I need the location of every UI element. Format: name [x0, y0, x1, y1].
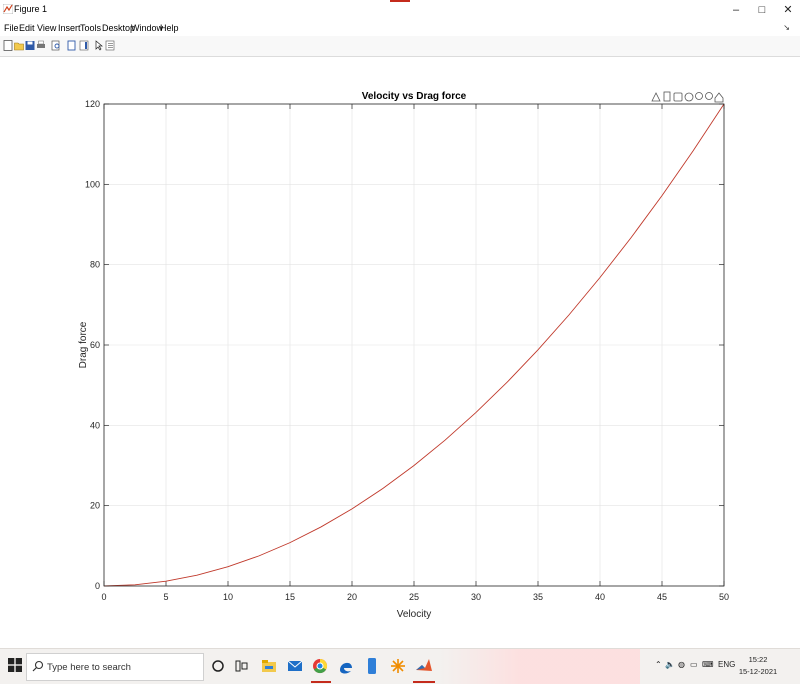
x-tick-label: 35: [533, 592, 543, 602]
search-placeholder: Type here to search: [47, 662, 131, 673]
clock-date: 15-12-2021: [738, 667, 778, 676]
x-tick-label: 30: [471, 592, 481, 602]
menu-overflow-icon[interactable]: ↘: [783, 23, 790, 32]
home-icon[interactable]: [714, 92, 724, 103]
minimize-button[interactable]: –: [722, 2, 750, 18]
x-tick-label: 15: [285, 592, 295, 602]
battery-icon[interactable]: ▭: [690, 660, 698, 669]
pointer-icon[interactable]: [94, 40, 104, 51]
volume-icon[interactable]: 🔈: [665, 660, 675, 669]
language-indicator[interactable]: ENG: [718, 660, 735, 669]
x-tick-label: 45: [657, 592, 667, 602]
brush-icon[interactable]: [651, 92, 661, 102]
x-tick-label: 10: [223, 592, 233, 602]
title-bar: Figure 1 – □ ✕: [0, 0, 800, 20]
menu-file[interactable]: File: [4, 23, 19, 33]
x-tick-label: 0: [101, 592, 106, 602]
y-axis-label: Drag force: [78, 321, 89, 368]
chart-title: Velocity vs Drag force: [362, 91, 467, 102]
data-tip-icon[interactable]: [663, 91, 671, 102]
zoom-out-icon[interactable]: [705, 92, 713, 100]
print-icon[interactable]: [36, 40, 46, 51]
task-view-icon[interactable]: [232, 656, 252, 676]
x-axis-label: Velocity: [397, 609, 431, 620]
y-tick-label: 80: [90, 260, 100, 270]
taskbar-search-box[interactable]: Type here to search: [26, 653, 204, 681]
network-icon[interactable]: ◍: [678, 660, 685, 669]
y-tick-label: 40: [90, 420, 100, 430]
system-clock[interactable]: 15:22 15-12-2021: [738, 654, 778, 678]
clock-time: 15:22: [748, 655, 768, 664]
menu-tools[interactable]: Tools: [80, 23, 101, 33]
insert-colorbar-icon[interactable]: [79, 40, 89, 51]
rotate-icon[interactable]: [673, 92, 683, 102]
menu-view[interactable]: View: [37, 23, 56, 33]
x-tick-labels: 0 5 10 15 20 25 30 35 40 45 50: [101, 592, 729, 602]
menu-edit[interactable]: Edit: [19, 23, 35, 33]
x-tick-label: 40: [595, 592, 605, 602]
x-tick-label: 20: [347, 592, 357, 602]
pan-icon[interactable]: [684, 92, 694, 102]
figure-toolbar: [0, 36, 800, 57]
matlab-icon[interactable]: [414, 656, 434, 676]
link-plot-icon[interactable]: [67, 40, 77, 51]
menu-help[interactable]: Help: [160, 23, 179, 33]
property-inspector-icon[interactable]: [105, 40, 115, 51]
plot-svg: Velocity vs Drag force 0 5 10 15 20 25 30 35 40 4…: [78, 91, 729, 620]
print-preview-icon[interactable]: [51, 40, 61, 51]
search-icon: [32, 660, 44, 672]
menu-bar: File Edit View Insert Tools Desktop Wind…: [0, 20, 800, 36]
axes-toolbar: [651, 91, 724, 103]
taskbar: Type here to search ⌃ 🔈 ◍ ▭ ⌨ ENG 15:22 …: [0, 648, 800, 684]
x-tick-label: 25: [409, 592, 419, 602]
save-icon[interactable]: [25, 40, 35, 51]
taskbar-highlight: [440, 649, 640, 684]
y-tick-label: 0: [95, 581, 100, 591]
menu-insert[interactable]: Insert: [58, 23, 81, 33]
file-explorer-icon[interactable]: [259, 656, 279, 676]
edge-icon[interactable]: [336, 656, 356, 676]
x-tick-label: 50: [719, 592, 729, 602]
close-button[interactable]: ✕: [774, 2, 800, 18]
matlab-figure-icon: [3, 4, 13, 14]
sunburst-app-icon[interactable]: [388, 656, 408, 676]
new-figure-icon[interactable]: [3, 40, 13, 51]
chrome-icon[interactable]: [310, 656, 330, 676]
mail-icon[interactable]: [285, 656, 305, 676]
maximize-button[interactable]: □: [748, 2, 776, 18]
zoom-in-icon[interactable]: [695, 92, 703, 100]
y-tick-label: 100: [85, 179, 100, 189]
open-file-icon[interactable]: [14, 40, 24, 51]
tray-chevron-icon[interactable]: ⌃: [655, 660, 662, 669]
cortana-icon[interactable]: [208, 656, 228, 676]
windows-start-icon[interactable]: [8, 658, 22, 672]
x-tick-label: 5: [163, 592, 168, 602]
window-title: Figure 1: [14, 4, 48, 14]
y-tick-label: 120: [85, 99, 100, 109]
y-tick-label: 20: [90, 501, 100, 511]
title-accent: [390, 0, 410, 2]
keyboard-icon[interactable]: ⌨: [702, 660, 714, 669]
figure-canvas: Velocity vs Drag force 0 5 10 15 20 25 30 35 40 4…: [0, 57, 800, 648]
y-tick-label: 60: [90, 340, 100, 350]
phone-icon[interactable]: [362, 656, 382, 676]
menu-window[interactable]: Window: [131, 23, 163, 33]
